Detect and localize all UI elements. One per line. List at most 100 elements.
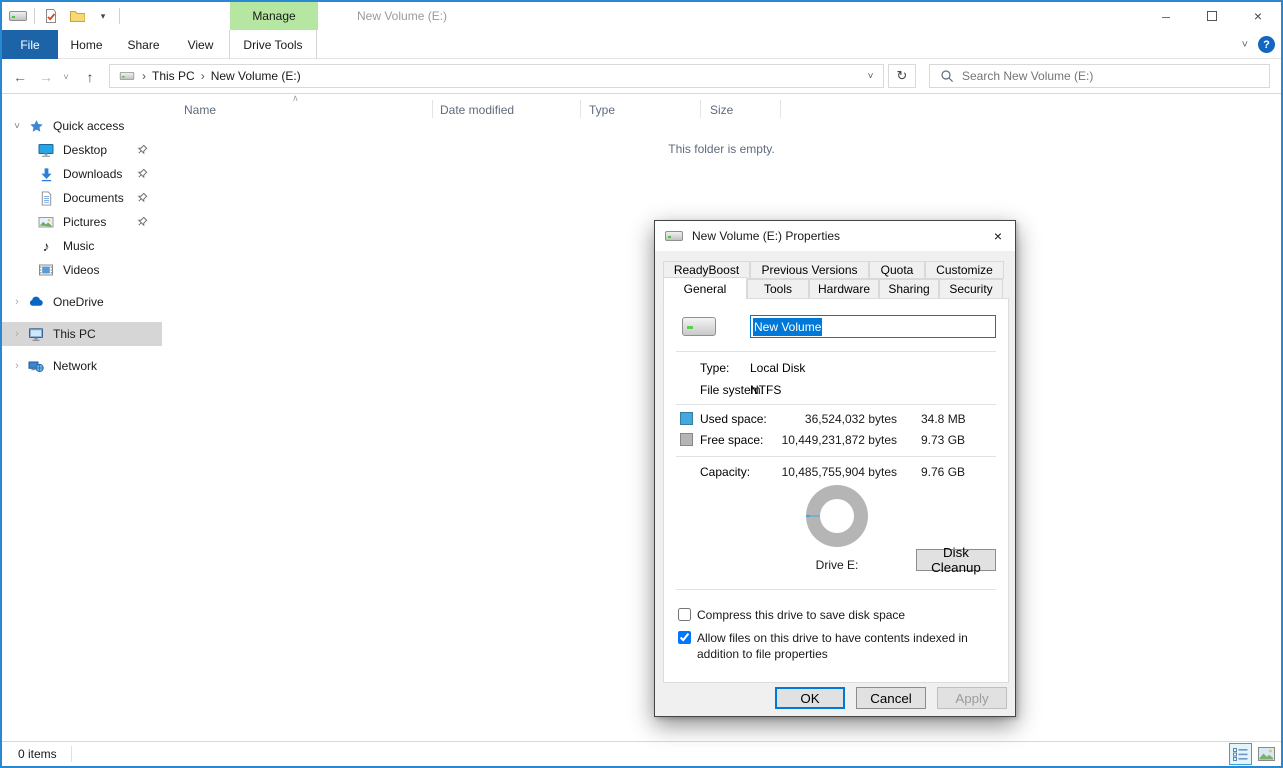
large-icons-view-icon	[1258, 747, 1275, 761]
apply-button[interactable]: Apply	[937, 687, 1007, 709]
pin-icon	[136, 168, 148, 180]
dialog-buttons: OK Cancel Apply	[775, 687, 1007, 709]
index-contents-checkbox-row: Allow files on this drive to have conten…	[678, 630, 997, 662]
content-area: ˅ Quick access Desktop Downloads Documen…	[2, 94, 1281, 741]
dialog-tab-hardware[interactable]: Hardware	[809, 279, 879, 299]
address-dropdown-chevron-icon[interactable]: ˅	[857, 65, 883, 87]
status-bar: 0 items	[2, 741, 1281, 766]
pin-icon	[136, 216, 148, 228]
sidebar-item-downloads[interactable]: Downloads	[2, 162, 162, 186]
tab-view[interactable]: View	[172, 30, 229, 59]
empty-folder-message: This folder is empty.	[162, 142, 1281, 156]
maximize-button[interactable]	[1189, 2, 1235, 30]
column-header-name[interactable]: Name	[184, 103, 216, 117]
window-title: New Volume (E:)	[357, 2, 447, 30]
navigation-bar: ← → ˅ ↑ › This PC › New Volume (E:) ˅ ↻ …	[2, 59, 1281, 94]
sidebar-item-onedrive[interactable]: › OneDrive	[2, 290, 162, 314]
dialog-tab-tools[interactable]: Tools	[747, 279, 809, 299]
sidebar-item-label: Documents	[63, 191, 124, 205]
sidebar-item-documents[interactable]: Documents	[2, 186, 162, 210]
chevron-right-icon[interactable]: ›	[10, 328, 24, 340]
dialog-close-button[interactable]: ×	[981, 221, 1015, 251]
chevron-down-icon[interactable]: ˅	[10, 121, 24, 132]
tab-file[interactable]: File	[2, 30, 58, 59]
disk-cleanup-button[interactable]: Disk Cleanup	[916, 549, 996, 571]
help-icon[interactable]: ?	[1258, 36, 1275, 53]
dialog-tab-customize[interactable]: Customize	[925, 261, 1004, 279]
sidebar-item-label: Videos	[63, 263, 99, 277]
tab-drive-tools[interactable]: Drive Tools	[229, 30, 317, 59]
expand-ribbon-chevron-icon[interactable]: ˅	[1242, 39, 1248, 51]
column-header-size[interactable]: Size	[710, 103, 733, 117]
minimize-button[interactable]: ─	[1143, 2, 1189, 30]
crumb-separator-icon: ›	[201, 69, 205, 83]
sidebar-item-desktop[interactable]: Desktop	[2, 138, 162, 162]
dialog-tab-sharing[interactable]: Sharing	[879, 279, 939, 299]
column-header-type[interactable]: Type	[589, 103, 615, 117]
chevron-right-icon[interactable]: ›	[10, 296, 24, 308]
sidebar-item-label: Network	[53, 359, 97, 373]
pictures-icon	[38, 214, 54, 230]
refresh-button[interactable]: ↻	[888, 64, 916, 88]
items-count: 0 items	[2, 747, 57, 761]
window-controls: ─ ×	[1143, 2, 1281, 30]
details-view-button[interactable]	[1229, 743, 1252, 765]
qat-customize-caret[interactable]: ▾	[93, 5, 113, 27]
sidebar-item-network[interactable]: › Network	[2, 354, 162, 378]
sidebar-item-label: This PC	[53, 327, 96, 341]
dialog-tab-general[interactable]: General	[663, 277, 747, 299]
capacity-label: Capacity:	[700, 465, 750, 479]
forward-button[interactable]: →	[34, 59, 58, 94]
properties-dialog: New Volume (E:) Properties × ReadyBoost …	[654, 220, 1016, 717]
cancel-button[interactable]: Cancel	[856, 687, 926, 709]
ribbon-right-controls: ˅ ?	[1242, 30, 1275, 59]
address-bar[interactable]: › This PC › New Volume (E:) ˅	[109, 64, 884, 88]
sidebar-item-quick-access[interactable]: ˅ Quick access	[2, 114, 162, 138]
column-divider[interactable]	[432, 100, 433, 118]
divider	[676, 404, 996, 405]
dialog-tab-security[interactable]: Security	[939, 279, 1003, 299]
tab-share[interactable]: Share	[115, 30, 172, 59]
breadcrumb-this-pc[interactable]: This PC	[152, 69, 195, 83]
compress-drive-checkbox[interactable]	[678, 608, 691, 621]
up-button[interactable]: ↑	[78, 59, 102, 94]
dialog-tab-previous-versions[interactable]: Previous Versions	[750, 261, 869, 279]
recent-locations-chevron-icon[interactable]: ˅	[58, 59, 74, 94]
drive-icon	[665, 231, 683, 241]
column-divider[interactable]	[700, 100, 701, 118]
column-divider[interactable]	[580, 100, 581, 118]
dialog-tab-quota[interactable]: Quota	[869, 261, 925, 279]
maximize-icon	[1207, 11, 1217, 21]
sidebar-item-pictures[interactable]: Pictures	[2, 210, 162, 234]
contextual-tab-header-manage[interactable]: Manage	[230, 2, 318, 30]
column-divider[interactable]	[780, 100, 781, 118]
close-icon: ×	[1254, 8, 1262, 24]
volume-label-input[interactable]: New Volume	[750, 315, 996, 338]
chevron-right-icon[interactable]: ›	[10, 360, 24, 372]
quick-access-toolbar: ▾	[8, 2, 120, 30]
close-button[interactable]: ×	[1235, 2, 1281, 30]
index-contents-checkbox[interactable]	[678, 631, 691, 644]
sidebar-item-music[interactable]: ♪ Music	[2, 234, 162, 258]
divider	[676, 589, 996, 590]
drive-letter-label: Drive E:	[777, 558, 897, 572]
qat-separator	[34, 8, 35, 24]
sidebar-item-videos[interactable]: Videos	[2, 258, 162, 282]
ok-button[interactable]: OK	[775, 687, 845, 709]
back-button[interactable]: ←	[8, 59, 32, 94]
free-space-swatch	[680, 433, 693, 446]
search-icon	[940, 69, 954, 83]
capacity-bytes: 10,485,755,904 bytes	[750, 465, 897, 479]
search-input[interactable]: Search New Volume (E:)	[929, 64, 1270, 88]
tab-home[interactable]: Home	[58, 30, 115, 59]
dialog-title-bar[interactable]: New Volume (E:) Properties ×	[655, 221, 1015, 251]
breadcrumb-new-volume[interactable]: New Volume (E:)	[211, 69, 301, 83]
properties-qat-icon[interactable]	[41, 5, 61, 27]
large-icons-view-button[interactable]	[1255, 743, 1278, 765]
new-folder-qat-icon[interactable]	[67, 5, 87, 27]
used-space-size: 34.8 MB	[921, 412, 966, 426]
drive-icon-large	[682, 317, 716, 336]
column-header-date-modified[interactable]: Date modified	[440, 103, 514, 117]
details-view-icon	[1233, 748, 1248, 761]
sidebar-item-this-pc[interactable]: › This PC	[2, 322, 162, 346]
